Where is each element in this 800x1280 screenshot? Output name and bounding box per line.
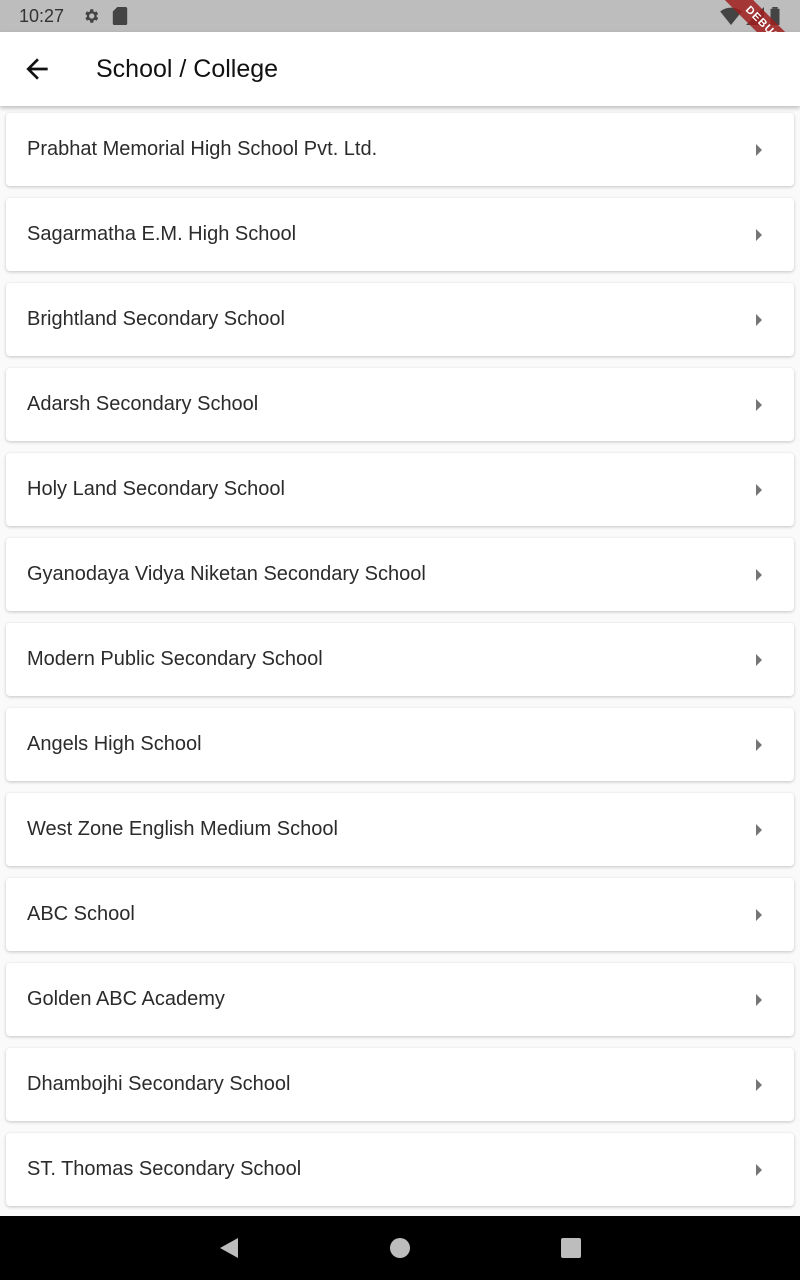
app-bar: School / College [0,32,800,106]
list-item[interactable]: Angels High School [6,708,794,781]
list-item-label: Dhambojhi Secondary School [27,1073,291,1095]
list-item[interactable]: Holy Land Secondary School [6,453,794,526]
arrow-right-icon [756,229,762,241]
arrow-right-icon [756,654,762,666]
page-title: School / College [96,55,279,83]
arrow-right-icon [756,824,762,836]
settings-icon [85,9,99,23]
list-item[interactable]: Brightland Secondary School [6,283,794,356]
list-item-label: ABC School [27,903,135,925]
list-item[interactable]: Golden ABC Academy [6,963,794,1036]
navigation-bar [0,1216,800,1280]
arrow-back-icon[interactable] [21,53,53,85]
list-item[interactable]: Adarsh Secondary School [6,368,794,441]
arrow-right-icon [756,1079,762,1091]
back-triangle-icon[interactable] [218,1236,240,1260]
list-item-label: Prabhat Memorial High School Pvt. Ltd. [27,138,378,160]
arrow-right-icon [756,314,762,326]
list-item-label: West Zone English Medium School [27,818,338,840]
arrow-right-icon [756,739,762,751]
list-item[interactable]: Modern Public Secondary School [6,623,794,696]
list-item-label: Golden ABC Academy [27,988,225,1010]
recents-square-icon[interactable] [560,1236,582,1260]
list-item-label: Brightland Secondary School [27,308,285,330]
list-item[interactable]: ST. Thomas Secondary School [6,1133,794,1206]
list-item[interactable]: Gyanodaya Vidya Niketan Secondary School [6,538,794,611]
arrow-right-icon [756,399,762,411]
school-list: Prabhat Memorial High School Pvt. Ltd. S… [0,106,800,1216]
arrow-right-icon [756,994,762,1006]
home-circle-icon[interactable] [389,1236,411,1260]
arrow-right-icon [756,484,762,496]
list-item-label: Adarsh Secondary School [27,393,259,415]
list-item[interactable]: Dhambojhi Secondary School [6,1048,794,1121]
debug-banner: DEBUG [702,0,800,32]
list-item[interactable]: Sagarmatha E.M. High School [6,198,794,271]
arrow-right-icon [756,569,762,581]
list-item-label: Modern Public Secondary School [27,648,323,670]
list-item-label: Angels High School [27,733,202,755]
sd-card-icon [112,7,128,25]
arrow-right-icon [756,909,762,921]
list-item-label: Sagarmatha E.M. High School [27,223,297,245]
list-item[interactable]: West Zone English Medium School [6,793,794,866]
list-item[interactable]: ABC School [6,878,794,951]
status-bar: 10:27 DEBUG [0,0,800,32]
list-item-label: ST. Thomas Secondary School [27,1158,302,1180]
list-item-label: Gyanodaya Vidya Niketan Secondary School [27,563,426,585]
status-time: 10:27 [19,6,65,26]
list-item-label: Holy Land Secondary School [27,478,285,500]
list-item[interactable]: Prabhat Memorial High School Pvt. Ltd. [6,113,794,186]
arrow-right-icon [756,1164,762,1176]
arrow-right-icon [756,144,762,156]
